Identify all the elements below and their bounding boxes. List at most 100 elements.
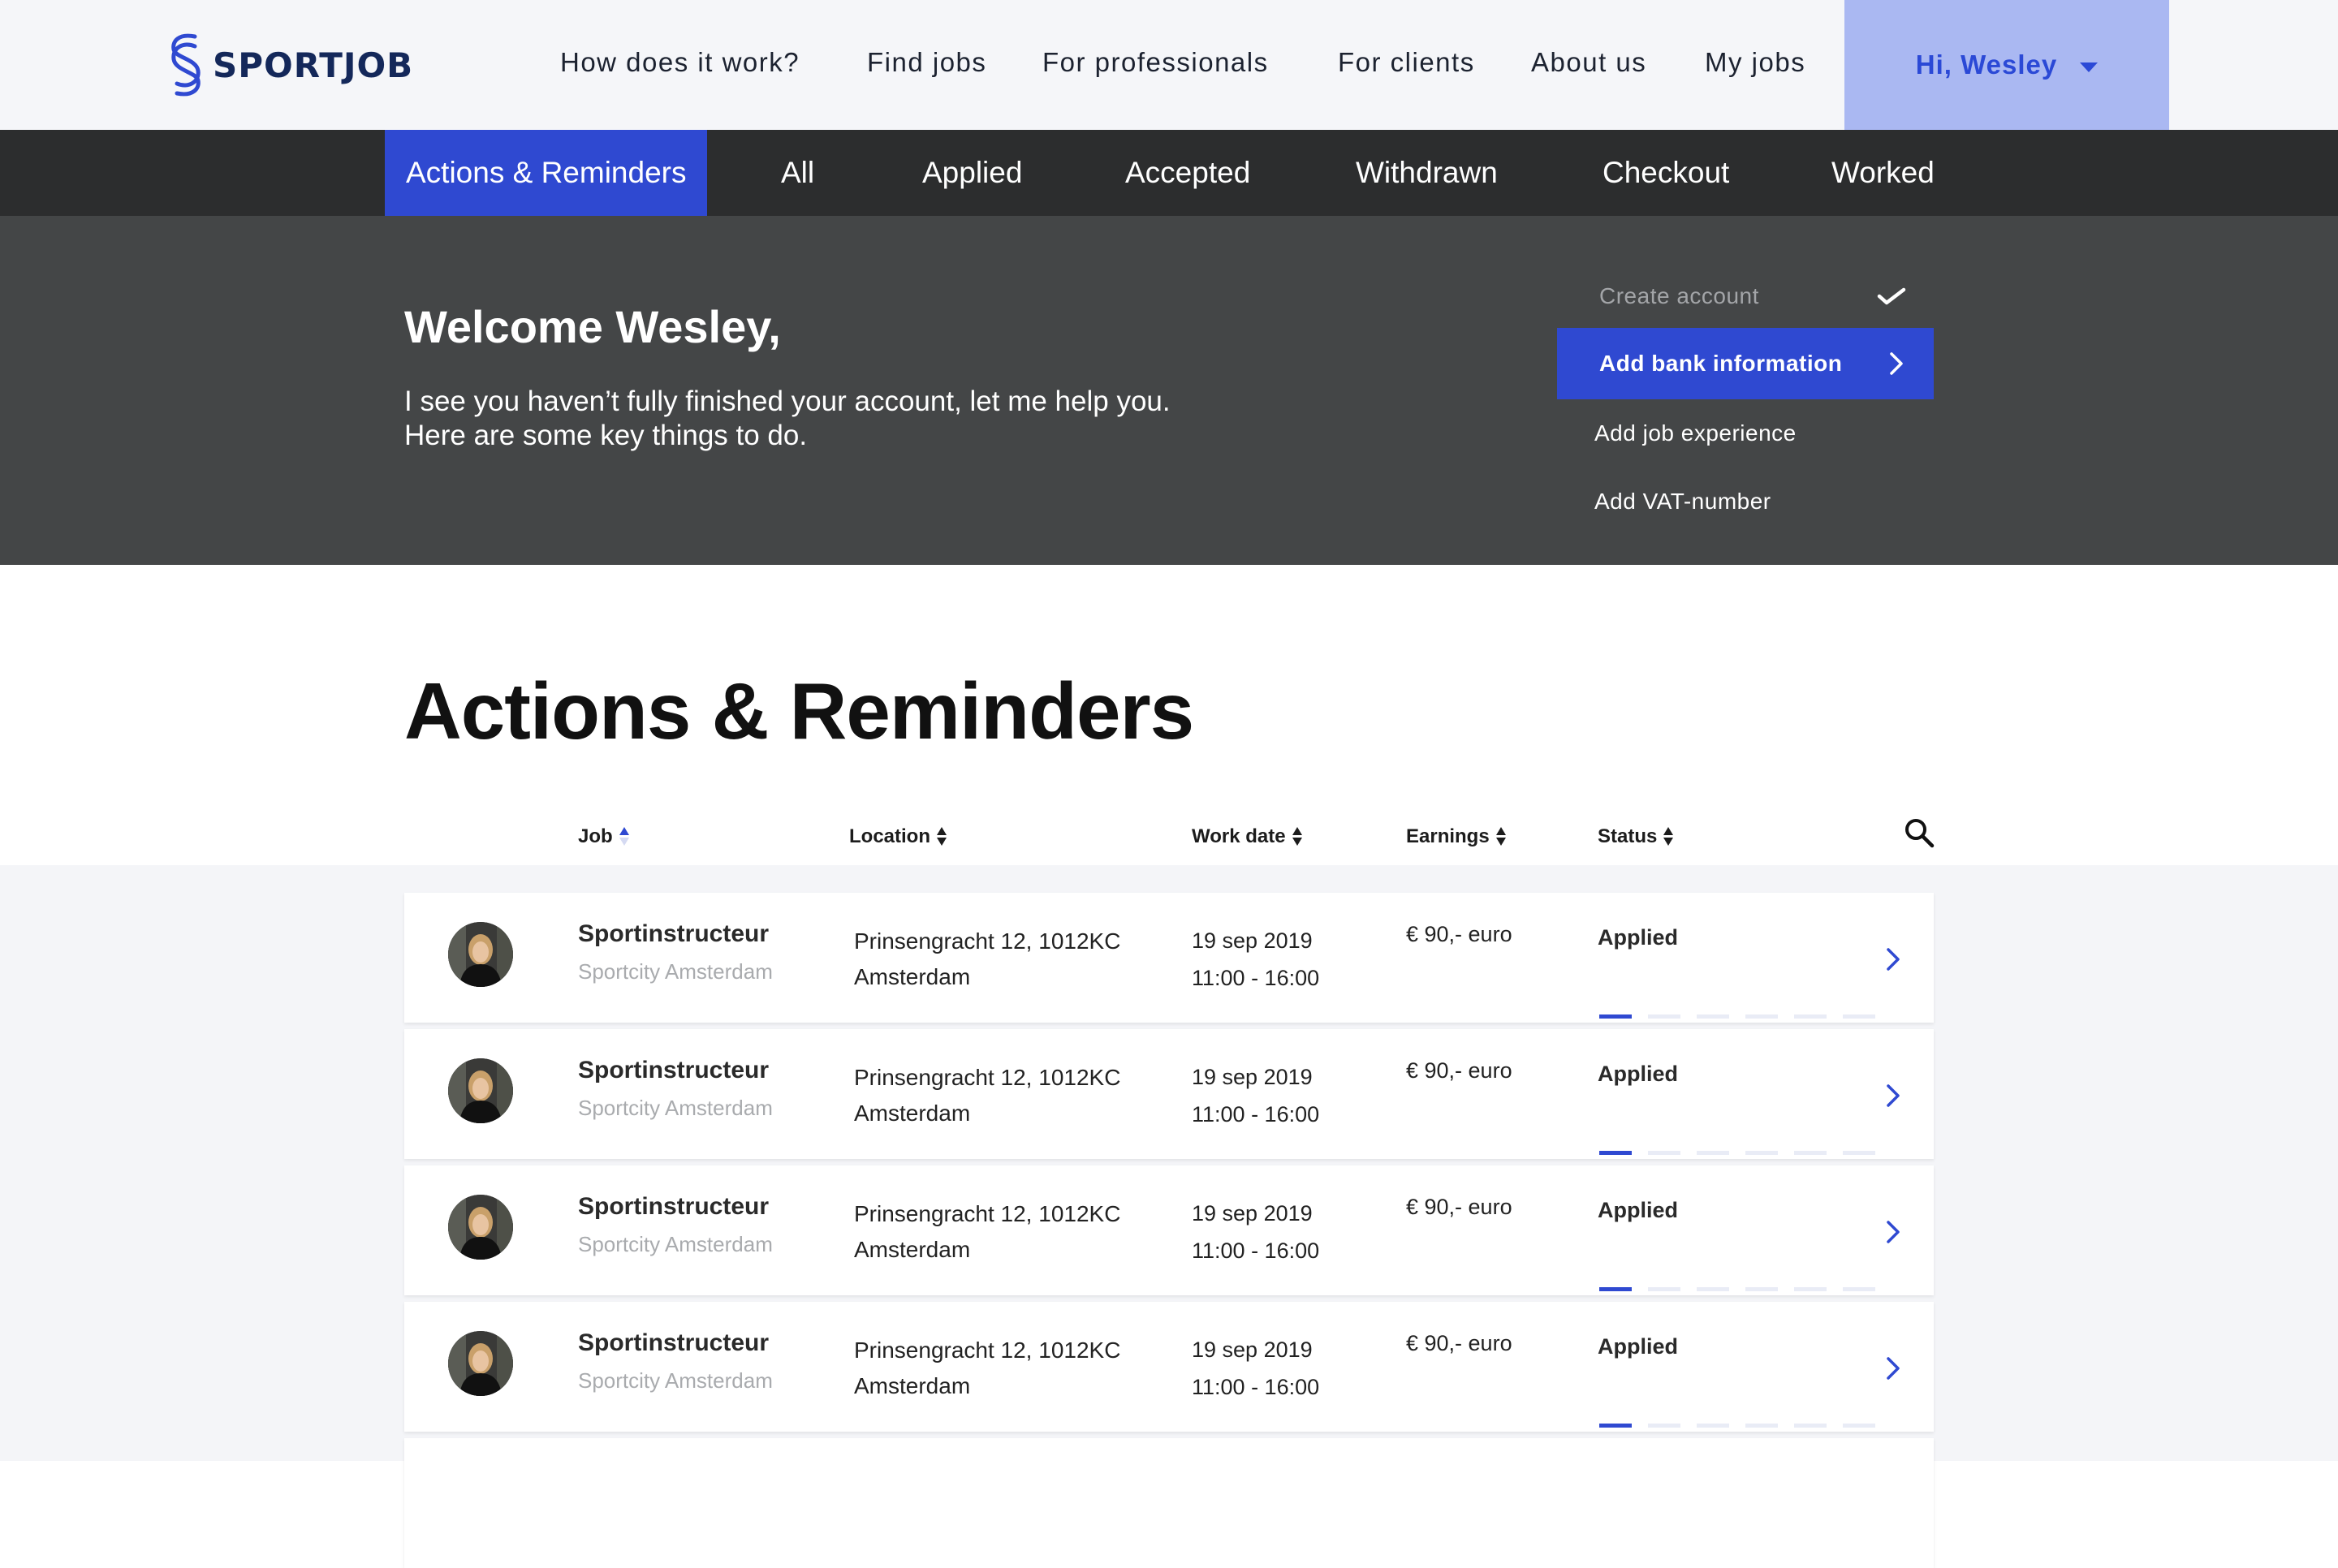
progress-step — [1745, 1424, 1778, 1428]
column-label: Job — [578, 825, 613, 847]
welcome-line-1: I see you haven’t fully finished your ac… — [404, 386, 1171, 417]
job-row[interactable]: Sportinstructeur Sportcity Amsterdam Pri… — [404, 1302, 1934, 1432]
status-progress — [1599, 1014, 1875, 1019]
onboarding-checklist: Create account Add bank information Add … — [1557, 265, 1934, 536]
column-header-job[interactable]: Job — [578, 825, 629, 849]
checklist-label: Add job experience — [1594, 420, 1797, 446]
work-date: 19 sep 2019 11:00 - 16:00 — [1192, 922, 1319, 997]
nav-how-it-works[interactable]: How does it work? — [560, 47, 800, 78]
checkmark-icon — [1877, 287, 1906, 305]
work-date-time: 11:00 - 16:00 — [1192, 1238, 1320, 1263]
welcome-message: I see you haven’t fully finished your ac… — [404, 385, 1297, 453]
column-header-location[interactable]: Location — [849, 825, 947, 849]
job-location: Prinsengracht 12, 1012KC Amsterdam — [854, 1196, 1120, 1268]
tab-all[interactable]: All — [781, 130, 814, 216]
job-earnings: € 90,- euro — [1406, 1195, 1512, 1219]
work-date: 19 sep 2019 11:00 - 16:00 — [1192, 1195, 1319, 1269]
checklist-label: Create account — [1599, 283, 1759, 308]
job-row[interactable]: Sportinstructeur Sportcity Amsterdam Pri… — [404, 1029, 1934, 1159]
checklist-label: Add VAT-number — [1594, 489, 1771, 514]
location-address: Prinsengracht 12, 1012KC — [854, 1201, 1121, 1226]
chevron-right-icon[interactable] — [1885, 1355, 1901, 1381]
work-date-time: 11:00 - 16:00 — [1192, 1102, 1320, 1126]
welcome-title: Welcome Wesley, — [404, 301, 781, 352]
job-earnings: € 90,- euro — [1406, 1331, 1512, 1355]
job-row[interactable]: Sportinstructeur Sportcity Amsterdam Pri… — [404, 893, 1934, 1023]
location-city: Amsterdam — [854, 1101, 971, 1126]
progress-step — [1843, 1424, 1875, 1428]
status-badge: Applied — [1598, 1198, 1678, 1222]
column-header-work-date[interactable]: Work date — [1192, 825, 1302, 849]
avatar — [448, 922, 513, 987]
progress-step — [1648, 1014, 1680, 1019]
instructor-photo — [448, 1058, 513, 1123]
work-date-time: 11:00 - 16:00 — [1192, 966, 1320, 990]
column-header-status[interactable]: Status — [1598, 825, 1674, 849]
job-location: Prinsengracht 12, 1012KC Amsterdam — [854, 1333, 1120, 1404]
instructor-photo — [448, 1331, 513, 1396]
sort-icon — [1495, 826, 1506, 847]
job-location: Prinsengracht 12, 1012KC Amsterdam — [854, 924, 1120, 995]
nav-my-jobs[interactable]: My jobs — [1705, 47, 1805, 78]
location-city: Amsterdam — [854, 964, 971, 989]
sort-icon — [937, 826, 947, 847]
avatar — [448, 1331, 513, 1396]
job-title: Sportinstructeur — [578, 1329, 770, 1356]
status-badge: Applied — [1598, 1334, 1678, 1359]
tab-checkout[interactable]: Checkout — [1603, 130, 1729, 216]
location-address: Prinsengracht 12, 1012KC — [854, 1338, 1121, 1363]
sort-icon — [1663, 826, 1674, 847]
tab-accepted[interactable]: Accepted — [1125, 130, 1250, 216]
sportjob-s-logo-icon — [171, 33, 201, 97]
status-badge: Applied — [1598, 1062, 1678, 1086]
chevron-right-icon[interactable] — [1885, 946, 1901, 972]
nav-for-professionals[interactable]: For professionals — [1042, 47, 1269, 78]
progress-step — [1697, 1287, 1729, 1291]
location-address: Prinsengracht 12, 1012KC — [854, 1065, 1121, 1090]
job-earnings: € 90,- euro — [1406, 922, 1512, 946]
chevron-right-icon[interactable] — [1885, 1219, 1901, 1245]
tab-actions-reminders[interactable]: Actions & Reminders — [385, 130, 708, 216]
status-progress — [1599, 1287, 1875, 1291]
avatar — [448, 1058, 513, 1123]
nav-for-clients[interactable]: For clients — [1338, 47, 1475, 78]
job-status-tabs: Actions & Reminders All Applied Accepted… — [0, 130, 2338, 216]
column-header-earnings[interactable]: Earnings — [1406, 825, 1506, 849]
progress-step — [1794, 1287, 1827, 1291]
user-greeting: Hi, Wesley — [1915, 50, 2058, 80]
status-progress — [1599, 1424, 1875, 1428]
nav-find-jobs[interactable]: Find jobs — [867, 47, 986, 78]
checklist-add-vat-number[interactable]: Add VAT-number — [1557, 467, 1934, 536]
chevron-right-icon[interactable] — [1885, 1083, 1901, 1109]
checklist-create-account[interactable]: Create account — [1557, 265, 1934, 328]
user-menu-button[interactable]: Hi, Wesley — [1844, 0, 2169, 130]
progress-step — [1648, 1424, 1680, 1428]
job-row[interactable] — [404, 1438, 1934, 1568]
progress-step — [1843, 1151, 1875, 1155]
checklist-add-bank-information[interactable]: Add bank information — [1557, 328, 1934, 399]
progress-step — [1599, 1424, 1632, 1428]
work-date-day: 19 sep 2019 — [1192, 928, 1313, 953]
page-title: Actions & Reminders — [404, 666, 1194, 756]
column-label: Status — [1598, 825, 1658, 847]
sportjob-logo[interactable]: SPORTJOB — [167, 31, 413, 99]
search-icon[interactable] — [1903, 816, 1935, 849]
job-company: Sportcity Amsterdam — [578, 959, 773, 984]
progress-step — [1697, 1151, 1729, 1155]
progress-step — [1697, 1424, 1729, 1428]
top-navigation: SPORTJOB How does it work? Find jobs For… — [0, 0, 2338, 130]
work-date-time: 11:00 - 16:00 — [1192, 1375, 1320, 1399]
job-title: Sportinstructeur — [578, 1193, 770, 1220]
column-label: Location — [849, 825, 930, 847]
nav-about-us[interactable]: About us — [1531, 47, 1646, 78]
tab-withdrawn[interactable]: Withdrawn — [1356, 130, 1498, 216]
checklist-label: Add bank information — [1599, 351, 1843, 376]
job-company: Sportcity Amsterdam — [578, 1096, 773, 1120]
tab-worked[interactable]: Worked — [1831, 130, 1935, 216]
brand-name: SPORTJOB — [213, 45, 414, 85]
checklist-add-job-experience[interactable]: Add job experience — [1557, 399, 1934, 467]
job-title: Sportinstructeur — [578, 1057, 770, 1083]
tab-applied[interactable]: Applied — [922, 130, 1022, 216]
work-date-day: 19 sep 2019 — [1192, 1338, 1313, 1362]
job-row[interactable]: Sportinstructeur Sportcity Amsterdam Pri… — [404, 1165, 1934, 1295]
